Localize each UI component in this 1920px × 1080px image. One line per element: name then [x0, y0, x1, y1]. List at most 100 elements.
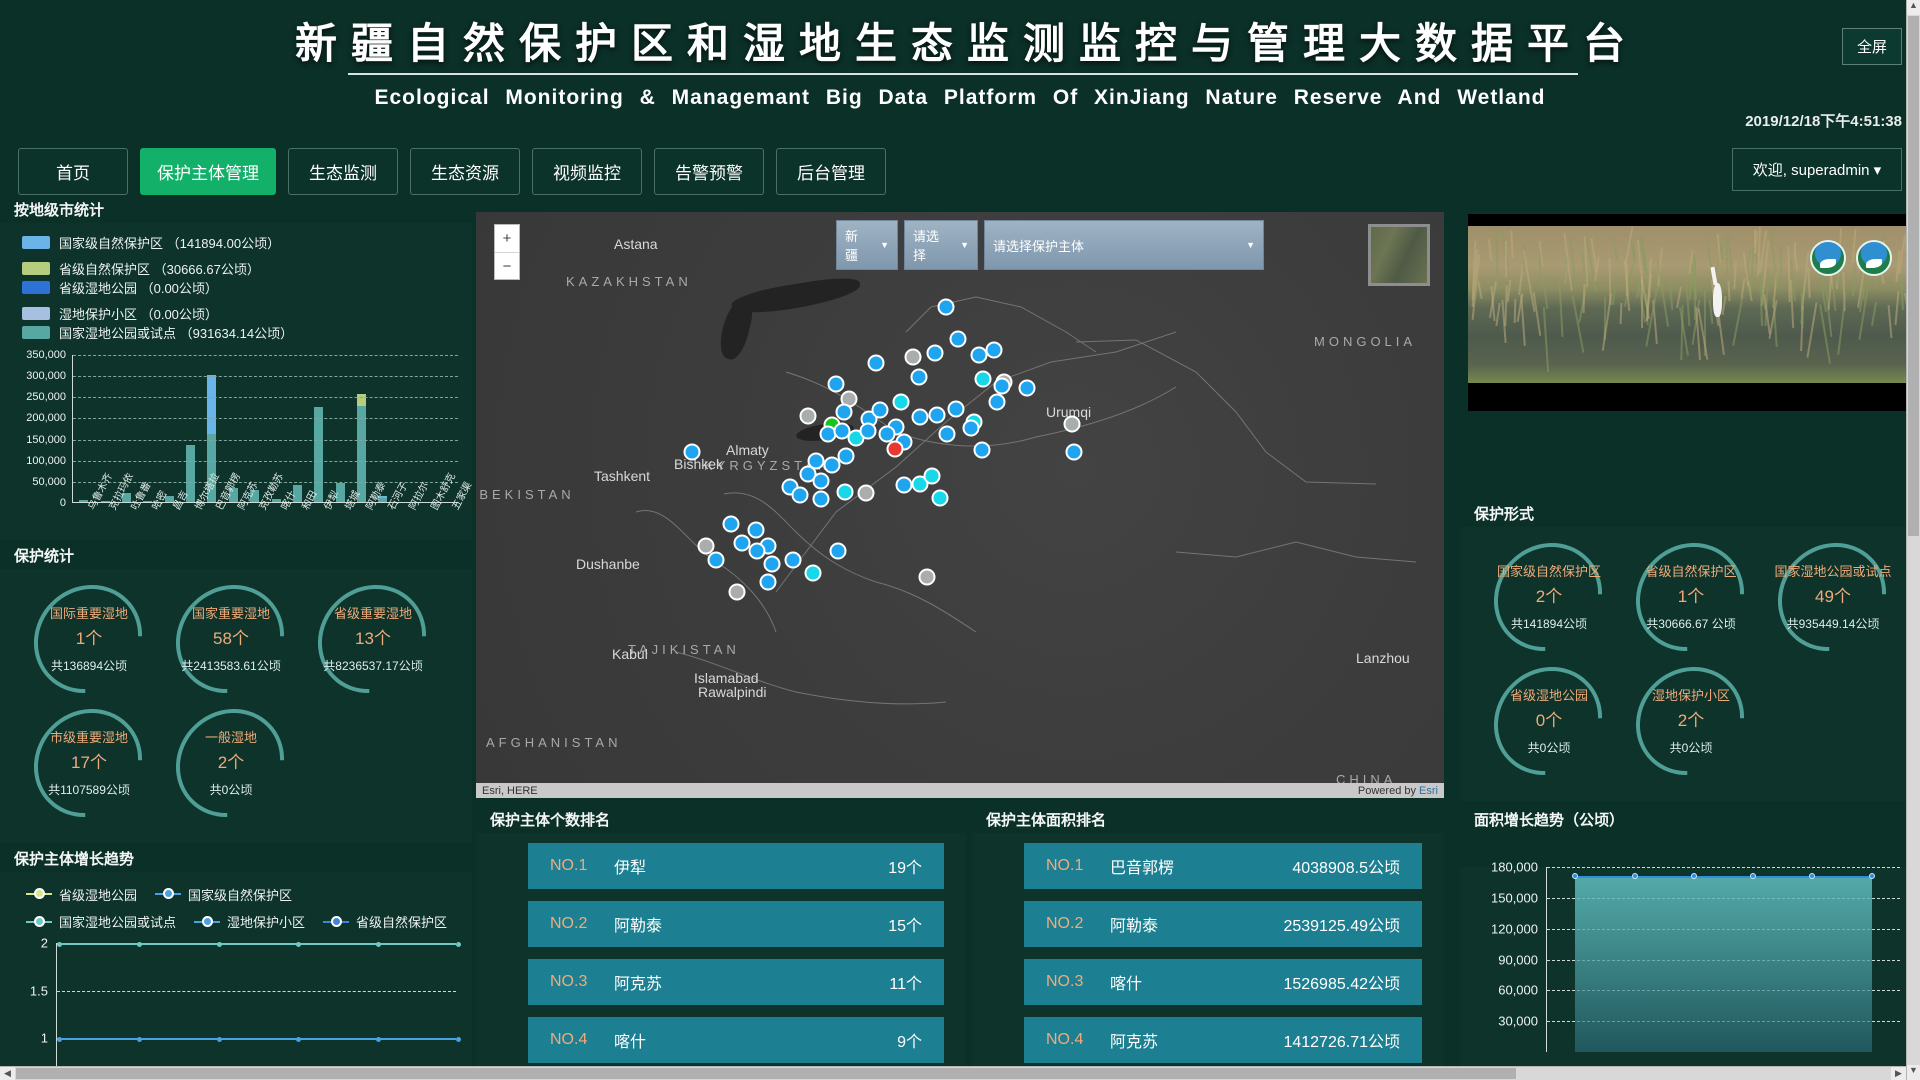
line-data-point[interactable] — [57, 942, 62, 947]
protect-form-item[interactable]: 湿地保护小区 2个 共0公顷 — [1620, 667, 1762, 777]
map-pin-grey[interactable] — [729, 584, 746, 601]
map-pin-blue[interactable] — [813, 473, 830, 490]
basemap-toggle-thumbnail[interactable] — [1368, 224, 1430, 286]
bar-legend-item-4[interactable]: 国家湿地公园或试点 （931634.14公顷） — [22, 323, 293, 342]
map-pin-red[interactable] — [887, 441, 904, 458]
area-data-point[interactable] — [1750, 873, 1756, 879]
line-series-0[interactable] — [57, 943, 456, 945]
map-pin-blue[interactable] — [838, 448, 855, 465]
bar-legend-item-3[interactable]: 湿地保护小区 （0.00公顷） — [22, 304, 218, 323]
map-pin-grey[interactable] — [919, 569, 936, 586]
map-pin-grey[interactable] — [905, 349, 922, 366]
rank-row[interactable]: NO.1 巴音郭楞 4038908.5公顷 — [1024, 843, 1422, 889]
map-pin-blue[interactable] — [950, 331, 967, 348]
map-pin-blue[interactable] — [868, 355, 885, 372]
protect-form-item[interactable]: 省级自然保护区 1个 共30666.67 公顷 — [1620, 543, 1762, 653]
map-pin-cyan[interactable] — [924, 468, 941, 485]
protect-stats-item[interactable]: 市级重要湿地 17个 共1107589公顷 — [18, 709, 160, 819]
horizontal-scroll-thumb[interactable] — [16, 1068, 1516, 1079]
map-pin-blue[interactable] — [938, 299, 955, 316]
area-data-point[interactable] — [1632, 873, 1638, 879]
map-pin-blue[interactable] — [785, 552, 802, 569]
line-data-point[interactable] — [456, 1037, 461, 1042]
nav-item-6[interactable]: 后台管理 — [776, 148, 886, 195]
protect-form-item[interactable]: 省级湿地公园 0个 共0公顷 — [1478, 667, 1620, 777]
bar-legend-item-1[interactable]: 省级自然保护区 （30666.67公顷） — [22, 259, 260, 278]
scroll-up-icon[interactable]: ▲ — [1907, 0, 1920, 15]
line-data-point[interactable] — [137, 942, 142, 947]
protect-stats-item[interactable]: 国家重要湿地 58个 共2413583.61公顷 — [160, 585, 302, 695]
line-legend-item-1[interactable]: 国家级自然保护区 — [155, 885, 292, 904]
map-panel[interactable]: KAZAKHSTANUZBEKISTANKYRGYZSTANTAJIKISTAN… — [476, 212, 1444, 798]
line-data-point[interactable] — [57, 1037, 62, 1042]
nav-item-1[interactable]: 保护主体管理 — [140, 148, 276, 195]
map-pin-blue[interactable] — [684, 444, 701, 461]
map-pin-blue[interactable] — [828, 376, 845, 393]
map-zoom-controls[interactable]: + − — [494, 224, 520, 280]
bar-column[interactable] — [357, 394, 366, 502]
line-data-point[interactable] — [376, 942, 381, 947]
map-pin-blue[interactable] — [708, 552, 725, 569]
map-pin-blue[interactable] — [749, 543, 766, 560]
rank-row[interactable]: NO.4 喀什 9个 — [528, 1017, 944, 1063]
map-pin-blue[interactable] — [760, 574, 777, 591]
area-data-point[interactable] — [1809, 873, 1815, 879]
nav-item-2[interactable]: 生态监测 — [288, 148, 398, 195]
city-select[interactable]: 请选择 ▼ — [904, 220, 978, 270]
zoom-out-icon[interactable]: − — [495, 252, 519, 279]
map-pin-blue[interactable] — [836, 404, 853, 421]
line-legend-item-3[interactable]: 湿地保护小区 — [194, 912, 305, 931]
nav-item-3[interactable]: 生态资源 — [410, 148, 520, 195]
map-pin-grey[interactable] — [800, 408, 817, 425]
bar-legend-item-0[interactable]: 国家级自然保护区 （141894.00公顷） — [22, 233, 280, 252]
map-pin-blue[interactable] — [872, 402, 889, 419]
protect-stats-item[interactable]: 省级重要湿地 13个 共8236537.17公顷 — [302, 585, 444, 695]
video-monitor-panel[interactable] — [1468, 214, 1906, 411]
map-pin-grey[interactable] — [858, 485, 875, 502]
rank-row[interactable]: NO.4 阿克苏 1412726.71公顷 — [1024, 1017, 1422, 1063]
vertical-scroll-thumb[interactable] — [1908, 16, 1919, 536]
user-menu[interactable]: 欢迎, superadmin ▾ — [1732, 148, 1902, 191]
line-data-point[interactable] — [137, 1037, 142, 1042]
map-pin-blue[interactable] — [723, 516, 740, 533]
area-data-point[interactable] — [1869, 873, 1875, 879]
fullscreen-button[interactable]: 全屏 — [1842, 28, 1902, 65]
map-pin-blue[interactable] — [1019, 380, 1036, 397]
map-pin-blue[interactable] — [748, 522, 765, 539]
line-data-point[interactable] — [296, 1037, 301, 1042]
map-pin-cyan[interactable] — [805, 565, 822, 582]
scroll-right-icon[interactable]: ▶ — [1891, 1067, 1906, 1080]
map-pin-blue[interactable] — [860, 423, 877, 440]
map-pin-cyan[interactable] — [837, 484, 854, 501]
protect-stats-item[interactable]: 国际重要湿地 1个 共136894公顷 — [18, 585, 160, 695]
zoom-in-icon[interactable]: + — [495, 225, 519, 252]
scroll-down-icon[interactable]: ▼ — [1907, 1065, 1920, 1080]
map-pin-blue[interactable] — [974, 442, 991, 459]
rank-row[interactable]: NO.3 喀什 1526985.42公顷 — [1024, 959, 1422, 1005]
line-data-point[interactable] — [217, 942, 222, 947]
line-legend-item-4[interactable]: 省级自然保护区 — [323, 912, 447, 931]
map-pin-blue[interactable] — [948, 401, 965, 418]
line-data-point[interactable] — [217, 1037, 222, 1042]
line-data-point[interactable] — [296, 942, 301, 947]
rank-row[interactable]: NO.3 阿克苏 11个 — [528, 959, 944, 1005]
map-pin-blue[interactable] — [830, 543, 847, 560]
map-pin-blue[interactable] — [813, 491, 830, 508]
map-pin-blue[interactable] — [939, 426, 956, 443]
map-pin-blue[interactable] — [896, 477, 913, 494]
line-data-point[interactable] — [376, 1037, 381, 1042]
line-legend-item-0[interactable]: 省级湿地公园 — [26, 885, 137, 904]
bar-column[interactable] — [314, 407, 323, 502]
map-pin-blue[interactable] — [989, 394, 1006, 411]
map-pin-blue[interactable] — [927, 345, 944, 362]
province-select[interactable]: 新疆 ▼ — [836, 220, 898, 270]
bar-column[interactable] — [79, 500, 88, 502]
map-pin-blue[interactable] — [929, 407, 946, 424]
map-pin-cyan[interactable] — [975, 371, 992, 388]
map-pin-grey[interactable] — [1064, 416, 1081, 433]
map-pin-blue[interactable] — [792, 487, 809, 504]
nav-item-4[interactable]: 视频监控 — [532, 148, 642, 195]
page-horizontal-scrollbar[interactable]: ◀ ▶ — [0, 1066, 1906, 1080]
line-legend-item-2[interactable]: 国家湿地公园或试点 — [26, 912, 176, 931]
protect-stats-item[interactable]: 一般湿地 2个 共0公顷 — [160, 709, 302, 819]
